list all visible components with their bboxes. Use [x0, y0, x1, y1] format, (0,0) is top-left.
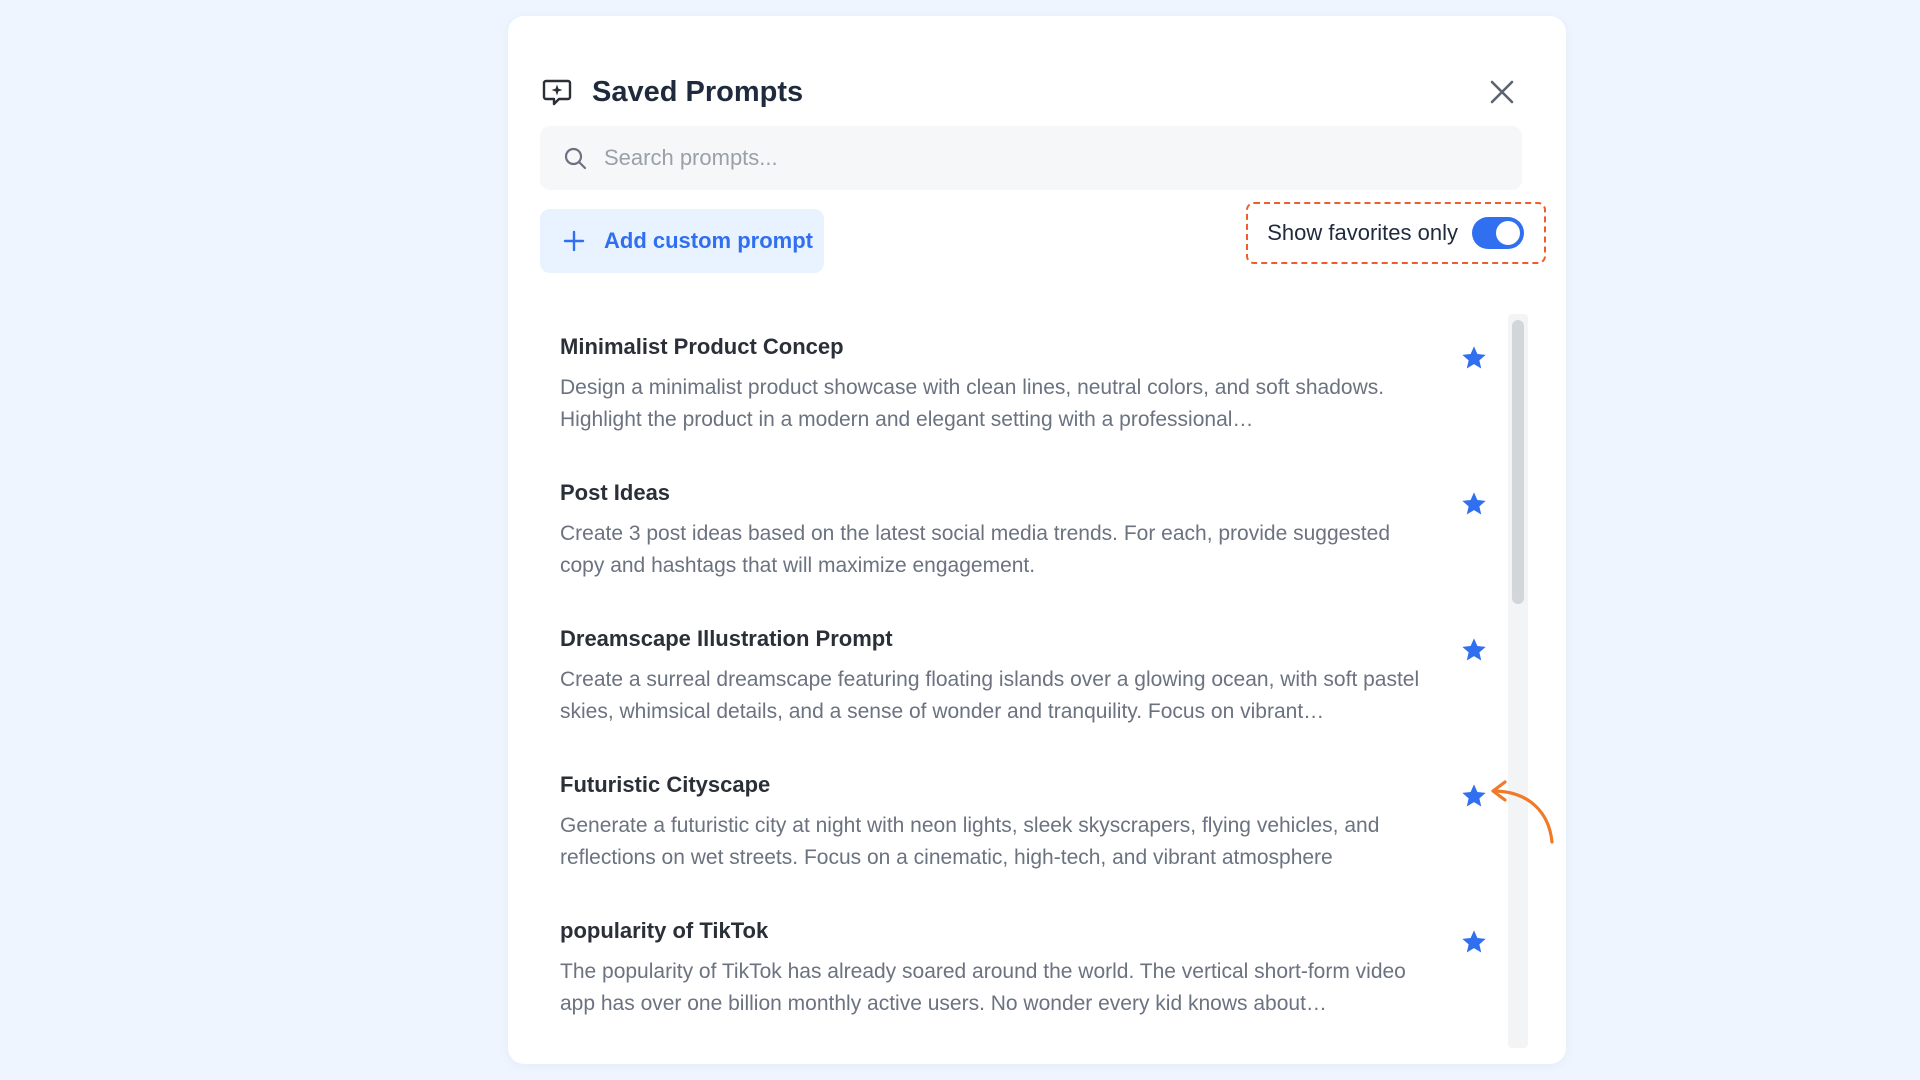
favorites-filter-highlight: Show favorites only	[1246, 202, 1546, 264]
favorite-star-icon[interactable]	[1458, 342, 1490, 374]
favorite-star-icon[interactable]	[1458, 926, 1490, 958]
prompt-title: Minimalist Product Concep	[560, 334, 844, 359]
favorites-toggle-label: Show favorites only	[1267, 220, 1458, 245]
prompt-list: Minimalist Product Concep Design a minim…	[540, 314, 1500, 1048]
list-item[interactable]: Futuristic Cityscape Generate a futurist…	[540, 752, 1500, 898]
add-custom-prompt-button[interactable]: Add custom prompt	[540, 209, 824, 273]
search-input[interactable]	[602, 144, 1522, 172]
list-item[interactable]: Dreamscape Illustration Prompt Create a …	[540, 606, 1500, 752]
modal-header: Saved Prompts	[540, 60, 1534, 124]
plus-icon	[562, 229, 586, 253]
favorite-star-icon[interactable]	[1458, 634, 1490, 666]
add-custom-prompt-label: Add custom prompt	[604, 228, 813, 253]
prompt-description: Create 3 post ideas based on the latest …	[560, 522, 1390, 577]
modal-title: Saved Prompts	[592, 75, 804, 108]
list-item[interactable]: Post Ideas Create 3 post ideas based on …	[540, 460, 1500, 606]
scrollbar-thumb[interactable]	[1512, 320, 1524, 604]
prompt-description: Create a surreal dreamscape featuring fl…	[560, 668, 1420, 723]
scrollbar[interactable]	[1508, 314, 1528, 1048]
prompt-description: Generate a futuristic city at night with…	[560, 814, 1380, 869]
prompt-description: The popularity of TikTok has already soa…	[560, 960, 1406, 1015]
prompt-title: Dreamscape Illustration Prompt	[560, 626, 893, 651]
saved-prompts-modal: Saved Prompts Add custom prompt Show fav…	[508, 16, 1566, 1064]
annotation-arrow-icon	[1491, 780, 1554, 844]
search-bar	[540, 126, 1522, 190]
favorite-star-icon[interactable]	[1458, 488, 1490, 520]
close-icon	[1490, 80, 1514, 104]
search-icon	[562, 145, 588, 171]
list-item[interactable]: popularity of TikTok The popularity of T…	[540, 898, 1500, 1044]
list-item[interactable]: Minimalist Product Concep Design a minim…	[540, 314, 1500, 460]
chat-sparkle-icon	[540, 75, 574, 109]
prompt-title: Post Ideas	[560, 480, 671, 505]
close-button[interactable]	[1484, 74, 1520, 110]
favorites-toggle[interactable]	[1472, 217, 1524, 249]
toggle-knob	[1496, 221, 1520, 245]
prompt-description: Design a minimalist product showcase wit…	[560, 376, 1385, 431]
prompt-title: Futuristic Cityscape	[560, 772, 771, 797]
prompt-title: popularity of TikTok	[560, 918, 769, 943]
